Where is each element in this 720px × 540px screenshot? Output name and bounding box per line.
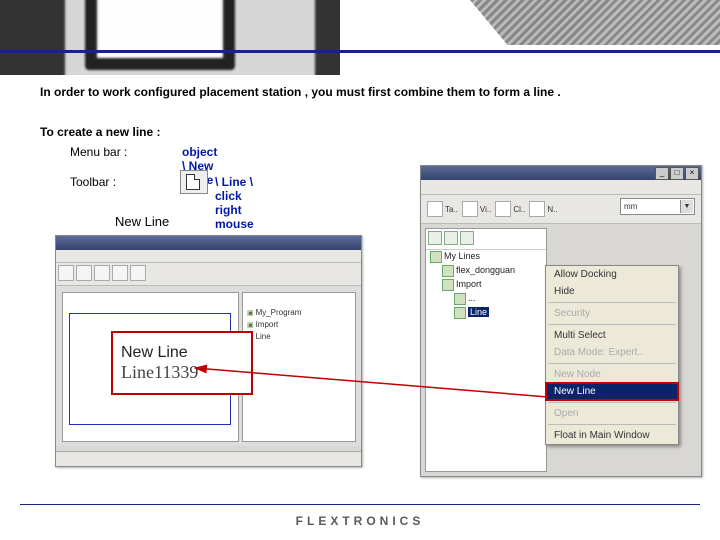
header-pattern	[470, 0, 720, 45]
ctx-new-node[interactable]: New Node	[546, 366, 678, 383]
tree-node[interactable]: flex_dongguan	[430, 263, 515, 277]
ctx-allow-docking[interactable]: Allow Docking	[546, 266, 678, 283]
toolbar-button[interactable]	[130, 265, 146, 281]
toolbar-icon	[495, 201, 511, 217]
toolbar-button[interactable]: N..	[529, 201, 557, 217]
folder-icon	[430, 251, 442, 263]
header-separator	[0, 50, 720, 53]
tree-node[interactable]: Line	[247, 331, 301, 343]
right-menubar	[421, 180, 701, 195]
tree-node[interactable]: Import	[247, 319, 301, 331]
intro-text: In order to work configured placement st…	[40, 85, 561, 99]
toolbar-icon	[427, 201, 443, 217]
subhead-text: To create a new line :	[40, 125, 160, 139]
tab-icon[interactable]	[444, 231, 458, 245]
ctx-separator	[548, 424, 676, 425]
toolbar-value: \ Line \ click right mouse	[215, 175, 254, 231]
ctx-security[interactable]: Security	[546, 305, 678, 322]
tree-node[interactable]: My_Program	[247, 307, 301, 319]
tree-tab-icons	[426, 229, 546, 250]
document-icon	[65, 0, 315, 75]
ctx-open[interactable]: Open	[546, 405, 678, 422]
footer-separator	[20, 504, 700, 505]
screenshot-left-window: My_Program Import Line New Line Line1133…	[55, 235, 362, 467]
header-icon-area	[0, 0, 340, 75]
tab-icon[interactable]	[460, 231, 474, 245]
toolbar-button[interactable]: Vi..	[462, 201, 491, 217]
right-titlebar: _ □ ×	[421, 166, 701, 180]
dropdown[interactable]: mm	[620, 198, 695, 215]
ctx-separator	[548, 363, 676, 364]
toolbar-button[interactable]	[76, 265, 92, 281]
ctx-hide[interactable]: Hide	[546, 283, 678, 300]
callout-box: New Line Line11339	[111, 331, 253, 395]
toolbar-button[interactable]	[112, 265, 128, 281]
tree-node[interactable]: ...	[430, 291, 515, 305]
toolbar-row: Toolbar : \ Line \ click right mouse	[70, 175, 116, 189]
slide: In order to work configured placement st…	[0, 0, 720, 540]
callout-title: New Line	[121, 344, 251, 362]
left-tree-mini: My_Program Import Line	[247, 307, 301, 343]
new-line-label: New Line	[115, 214, 169, 229]
left-statusbar	[56, 451, 361, 466]
folder-icon	[454, 307, 466, 319]
toolbar-button[interactable]: Ta..	[427, 201, 458, 217]
callout-value: Line11339	[121, 362, 251, 383]
folder-icon	[442, 265, 454, 277]
ctx-float-in-main[interactable]: Float in Main Window	[546, 427, 678, 444]
ctx-separator	[548, 302, 676, 303]
ctx-separator	[548, 324, 676, 325]
tree-node[interactable]: My Lines	[430, 249, 515, 263]
toolbar-button[interactable]: Cl..	[495, 201, 525, 217]
menubar-row: Menu bar : object \ New \ Line	[70, 145, 127, 159]
ctx-data-mode-expert[interactable]: Data Mode: Expert..	[546, 344, 678, 361]
left-menubar	[56, 250, 361, 263]
ctx-separator	[548, 402, 676, 403]
left-tree-pane: My_Program Import Line	[242, 292, 356, 442]
tree-node[interactable]: Import	[430, 277, 515, 291]
left-toolbar	[56, 263, 361, 286]
tab-icon[interactable]	[428, 231, 442, 245]
toolbar-icon	[462, 201, 478, 217]
toolbar-label: Toolbar :	[70, 175, 116, 189]
toolbar-button[interactable]	[94, 265, 110, 281]
folder-icon	[454, 293, 466, 305]
right-tree: My Lines flex_dongguan Import ... Line	[430, 249, 515, 319]
toolbar-button[interactable]	[58, 265, 74, 281]
new-document-icon	[180, 170, 208, 194]
minimize-button[interactable]: _	[655, 167, 669, 180]
right-tree-pane: My Lines flex_dongguan Import ... Line	[425, 228, 547, 472]
context-menu: Allow Docking Hide Security Multi Select…	[545, 265, 679, 445]
menubar-label: Menu bar :	[70, 145, 127, 159]
toolbar-icon	[529, 201, 545, 217]
left-titlebar	[56, 236, 361, 250]
tree-node[interactable]: Line	[430, 305, 515, 319]
ctx-multi-select[interactable]: Multi Select	[546, 327, 678, 344]
folder-icon	[442, 279, 454, 291]
close-button[interactable]: ×	[685, 167, 699, 180]
maximize-button[interactable]: □	[670, 167, 684, 180]
ctx-new-line[interactable]: New Line	[546, 383, 678, 400]
footer-logo: FLEXTRONICS	[0, 514, 720, 528]
